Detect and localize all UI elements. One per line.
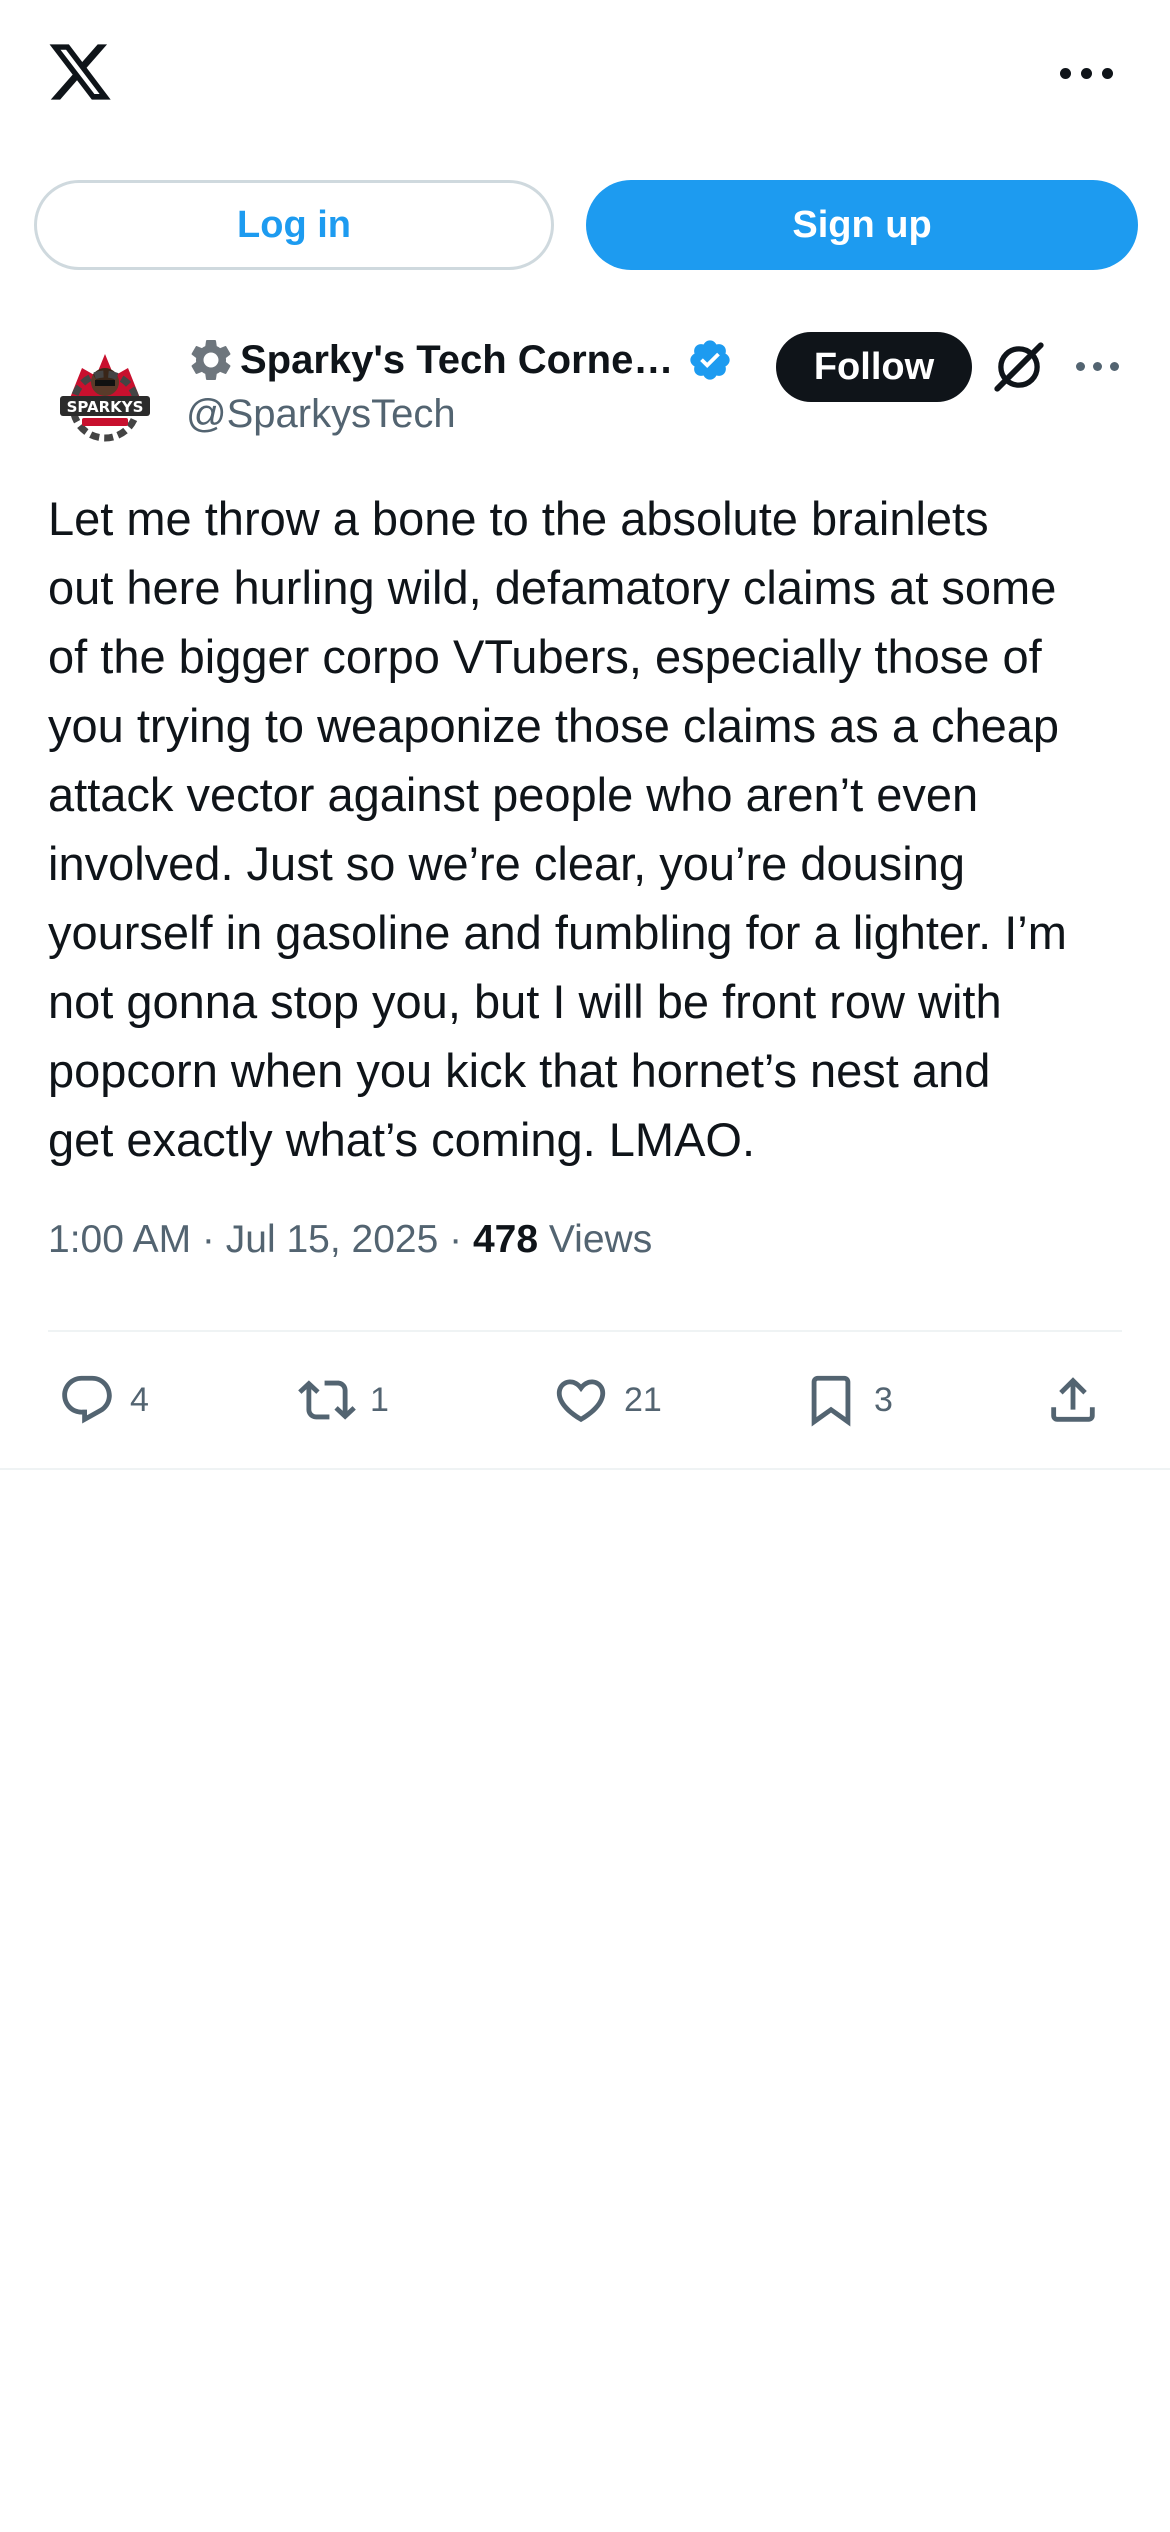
tweet-text: Let me throw a bone to the absolute brai… xyxy=(48,492,1067,1166)
tweet-actions: 4 1 21 3 xyxy=(48,1360,1122,1440)
grok-icon[interactable] xyxy=(990,338,1048,396)
bookmark-button[interactable]: 3 xyxy=(802,1360,893,1440)
heart-icon xyxy=(556,1379,606,1423)
display-name[interactable]: Sparky's Tech Corne… xyxy=(240,338,673,383)
x-logo-icon[interactable] xyxy=(46,38,114,106)
repost-count: 1 xyxy=(370,1380,389,1419)
avatar[interactable]: SPARKYS xyxy=(48,332,162,446)
dot xyxy=(1101,67,1113,79)
signup-button[interactable]: Sign up xyxy=(586,180,1138,270)
like-button[interactable]: 21 xyxy=(552,1360,662,1440)
top-bar xyxy=(0,0,1170,150)
login-button[interactable]: Log in xyxy=(34,180,554,270)
bookmark-icon xyxy=(811,1375,851,1427)
dot xyxy=(1076,361,1085,371)
tweet-meta: 1:00 AM · Jul 15, 2025 · 478 Views xyxy=(48,1218,652,1262)
reply-button[interactable]: 4 xyxy=(58,1360,149,1440)
author-handle[interactable]: @SparkysTech xyxy=(186,392,766,437)
name-line: Sparky's Tech Corne… xyxy=(186,332,766,388)
author-info: Sparky's Tech Corne… @SparkysTech xyxy=(186,332,766,437)
reply-icon xyxy=(62,1375,112,1424)
share-icon xyxy=(1051,1377,1095,1422)
svg-text:SPARKYS: SPARKYS xyxy=(67,398,144,416)
verified-badge-icon xyxy=(690,340,731,380)
gear-icon xyxy=(191,340,231,380)
bookmark-count: 3 xyxy=(874,1380,893,1419)
tweet-date[interactable]: Jul 15, 2025 xyxy=(226,1218,439,1261)
dot xyxy=(1059,67,1071,79)
like-count: 21 xyxy=(624,1380,662,1419)
dot xyxy=(1080,67,1092,79)
separator: · xyxy=(438,1218,473,1261)
section-divider xyxy=(0,1468,1170,1470)
separator: · xyxy=(191,1218,226,1261)
views-count: 478 xyxy=(472,1218,539,1261)
divider xyxy=(48,1330,1122,1332)
repost-button[interactable]: 1 xyxy=(298,1360,389,1440)
share-button[interactable] xyxy=(1044,1360,1102,1440)
tweet-time[interactable]: 1:00 AM xyxy=(48,1218,191,1261)
avatar-image: SPARKYS xyxy=(48,332,162,446)
auth-buttons: Log in Sign up xyxy=(34,180,1138,270)
tweet-header: SPARKYS Sparky's Tech Corne… @SparkysTec… xyxy=(48,320,1128,450)
tweet-more-button[interactable] xyxy=(1076,354,1124,378)
dot xyxy=(1093,361,1102,371)
follow-button[interactable]: Follow xyxy=(776,332,972,402)
dot xyxy=(1110,361,1119,371)
more-options-button[interactable] xyxy=(1058,58,1114,88)
views-label: Views xyxy=(548,1218,653,1261)
repost-icon xyxy=(298,1380,356,1420)
reply-count: 4 xyxy=(130,1380,149,1419)
